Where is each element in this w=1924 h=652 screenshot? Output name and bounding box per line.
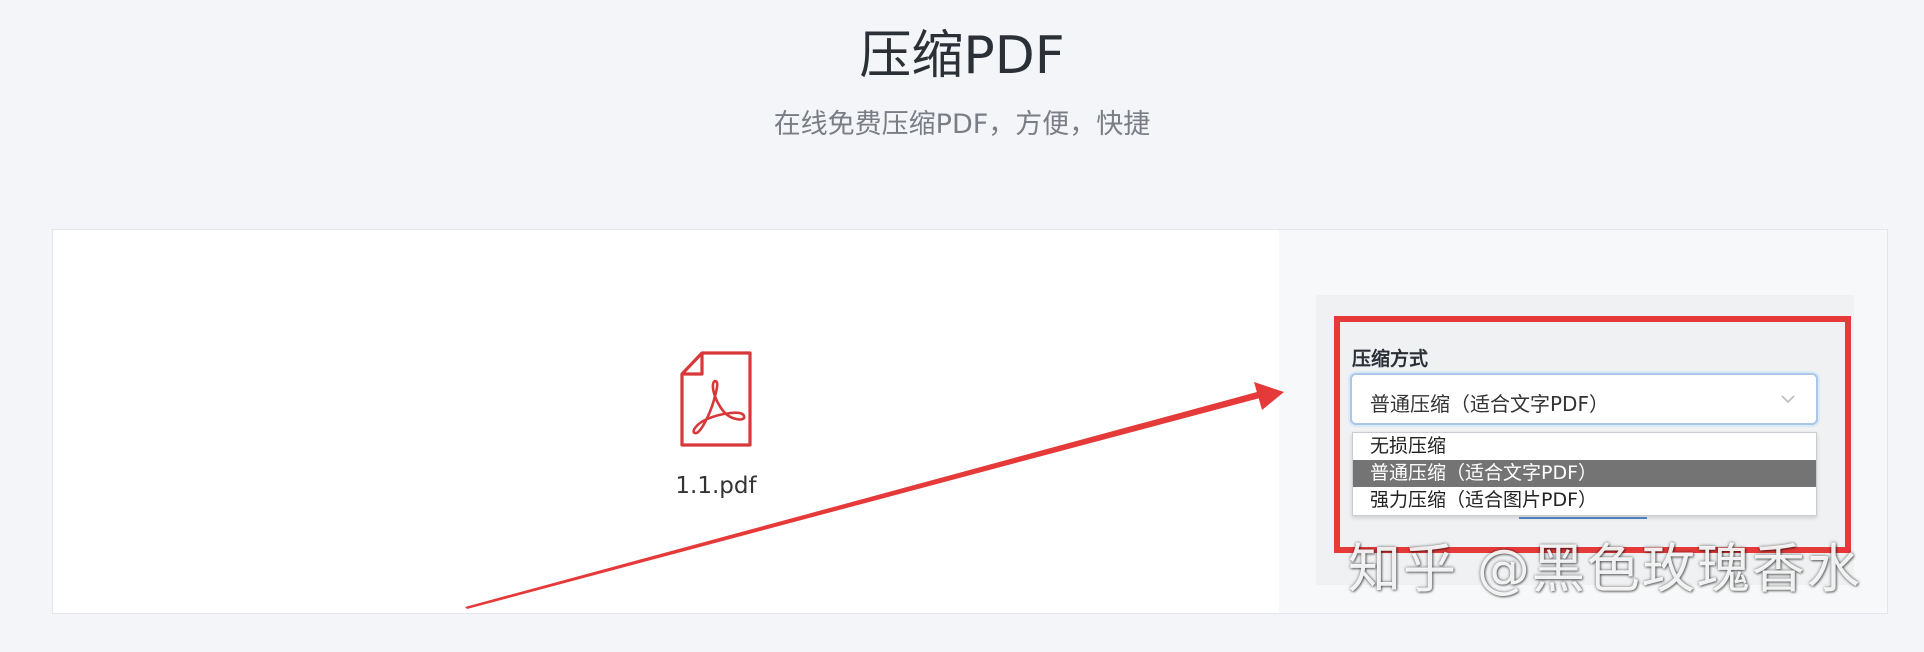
file-name: 1.1.pdf: [675, 473, 757, 499]
page-title: 压缩PDF: [859, 26, 1065, 86]
pdf-file-icon: [680, 351, 752, 447]
watermark: 知乎 @黑色玫瑰香水: [1348, 539, 1862, 600]
annotation-highlight-box: [1334, 316, 1851, 553]
page-subtitle: 在线免费压缩PDF，方便，快捷: [773, 109, 1151, 140]
file-area: 1.1.pdf: [53, 230, 1279, 613]
file-item[interactable]: 1.1.pdf: [631, 350, 801, 500]
